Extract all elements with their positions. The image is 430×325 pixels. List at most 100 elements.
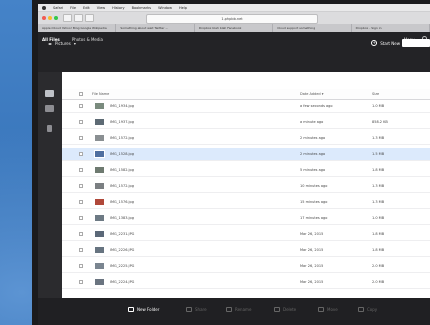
select-all-checkbox[interactable] [79, 92, 83, 96]
new-folder-button[interactable]: New Folder [128, 307, 159, 312]
table-row[interactable]: IMG_1576.jpg 15 minutes ago 1.3 MB [62, 196, 430, 209]
share-button[interactable]: Share [186, 307, 207, 312]
date-added: a minute ago [300, 120, 324, 124]
delete-icon [274, 307, 280, 312]
start-new-label: Start New [380, 40, 400, 46]
share-icon[interactable] [45, 105, 54, 112]
row-checkbox[interactable] [79, 232, 83, 236]
delete-button[interactable]: Delete [274, 307, 296, 312]
file-name[interactable]: IMG_2225.JPG [110, 264, 134, 268]
image-thumbnail-icon [94, 150, 105, 158]
file-name[interactable]: IMG_1934.jpg [110, 104, 134, 108]
files-icon[interactable] [45, 90, 54, 97]
image-thumbnail-icon [94, 134, 105, 142]
col-file-name[interactable]: File Name [92, 92, 109, 96]
back-arrow-icon[interactable]: ◂▸ [48, 41, 52, 46]
row-checkbox[interactable] [79, 120, 83, 124]
file-name[interactable]: IMG_2224.JPG [110, 280, 134, 284]
col-date-added[interactable]: Date Added ▾ [300, 92, 324, 96]
forward-button[interactable] [74, 14, 83, 22]
share-icon [186, 307, 192, 312]
row-checkbox[interactable] [79, 152, 83, 156]
file-size: 1.3 MB [372, 200, 385, 204]
table-row[interactable]: IMG_2231.JPG Mar 26, 2015 1.8 MB [62, 228, 430, 241]
sidebar-toggle-button[interactable] [85, 14, 94, 22]
table-row[interactable]: IMG_2226.JPG Mar 26, 2015 1.8 MB [62, 244, 430, 257]
minimize-window-button[interactable] [48, 16, 52, 20]
table-row[interactable]: IMG_1582.jpg 5 minutes ago 1.8 MB [62, 164, 430, 177]
file-size: 1.8 MB [372, 232, 385, 236]
row-checkbox[interactable] [79, 264, 83, 268]
file-size: 1.5 MB [372, 152, 385, 156]
browser-window: Safari File Edit View History Bookmarks … [38, 4, 430, 325]
tab-5[interactable]: Dropbox - Sign in [352, 24, 430, 32]
menu-safari[interactable]: Safari [53, 6, 63, 10]
table-row[interactable]: IMG_2225.JPG Mar 26, 2015 2.0 MB [62, 260, 430, 273]
file-name[interactable]: IMG_1937.jpg [110, 120, 134, 124]
rename-button[interactable]: Rename [226, 307, 251, 312]
system-menubar: Safari File Edit View History Bookmarks … [38, 4, 430, 12]
app-sidebar [38, 72, 62, 298]
trash-icon[interactable] [47, 125, 52, 132]
menu-help[interactable]: Help [179, 6, 187, 10]
search-input[interactable] [402, 39, 430, 47]
menu-history[interactable]: History [112, 6, 124, 10]
file-size: 1.0 MB [372, 216, 385, 220]
menu-view[interactable]: View [97, 6, 105, 10]
file-name[interactable]: IMG_1528.jpg [110, 152, 134, 156]
file-name[interactable]: IMG_2226.JPG [110, 248, 134, 252]
file-list: File Name Date Added ▾ Size IMG_1934.jpg… [62, 72, 430, 298]
menu-edit[interactable]: Edit [83, 6, 90, 10]
table-row[interactable]: IMG_1937.jpg a minute ago 858.2 KB [62, 116, 430, 129]
file-name[interactable]: IMG_1576.jpg [110, 200, 134, 204]
col-size[interactable]: Size [372, 92, 379, 96]
folder-icon [128, 307, 134, 312]
file-size: 2.0 MB [372, 264, 385, 268]
tab-2[interactable]: Something about wait Twitter ... [116, 24, 195, 32]
copy-button[interactable]: Copy [358, 307, 377, 312]
tab-4[interactable]: Cloud support something [273, 24, 352, 32]
image-thumbnail-icon [94, 198, 105, 206]
table-row[interactable]: IMG_1528.jpg 2 minutes ago 1.5 MB [62, 148, 430, 161]
file-name[interactable]: IMG_1572.jpg [110, 136, 134, 140]
move-label: Move [327, 307, 338, 312]
table-row[interactable]: IMG_1383.jpg 17 minutes ago 1.0 MB [62, 212, 430, 225]
move-button[interactable]: Move [318, 307, 338, 312]
chevron-down-icon[interactable]: ▾ [74, 41, 76, 46]
nav-photos-media[interactable]: Photos & Media [72, 37, 103, 42]
row-checkbox[interactable] [79, 200, 83, 204]
close-window-button[interactable] [42, 16, 46, 20]
file-size: 1.3 MB [372, 136, 385, 140]
row-checkbox[interactable] [79, 280, 83, 284]
apple-icon[interactable] [42, 5, 46, 10]
file-name[interactable]: IMG_1383.jpg [110, 216, 134, 220]
menu-window[interactable]: Window [158, 6, 172, 10]
row-checkbox[interactable] [79, 168, 83, 172]
row-checkbox[interactable] [79, 136, 83, 140]
date-added: 15 minutes ago [300, 200, 328, 204]
zoom-window-button[interactable] [54, 16, 58, 20]
menu-file[interactable]: File [70, 6, 76, 10]
table-row[interactable]: IMG_1572.jpg 10 minutes ago 1.3 MB [62, 180, 430, 193]
image-thumbnail-icon [94, 262, 105, 270]
table-row[interactable]: IMG_2224.JPG Mar 26, 2015 2.0 MB [62, 276, 430, 289]
table-row[interactable]: IMG_1934.jpg a few seconds ago 1.0 MB [62, 100, 430, 113]
breadcrumb-pictures[interactable]: Pictures [55, 41, 71, 46]
file-name[interactable]: IMG_1572.jpg [110, 184, 134, 188]
row-checkbox[interactable] [79, 216, 83, 220]
copy-icon [358, 307, 364, 312]
file-name[interactable]: IMG_1582.jpg [110, 168, 134, 172]
row-checkbox[interactable] [79, 248, 83, 252]
file-name[interactable]: IMG_2231.JPG [110, 232, 134, 236]
image-thumbnail-icon [94, 230, 105, 238]
tab-1[interactable]: Apple iCloud Yahoo! Bing Google Wikipedi… [38, 24, 117, 32]
menu-bookmarks[interactable]: Bookmarks [132, 6, 152, 10]
address-bar[interactable]: 1.phpbb.net [146, 13, 318, 24]
row-checkbox[interactable] [79, 104, 83, 108]
file-size: 1.3 MB [372, 184, 385, 188]
tab-3[interactable]: Dropbox blah blah Facebook [195, 24, 274, 32]
back-button[interactable] [63, 14, 72, 22]
row-checkbox[interactable] [79, 184, 83, 188]
table-row[interactable]: IMG_1572.jpg 2 minutes ago 1.3 MB [62, 132, 430, 145]
start-new-button[interactable]: + Start New [371, 40, 400, 46]
